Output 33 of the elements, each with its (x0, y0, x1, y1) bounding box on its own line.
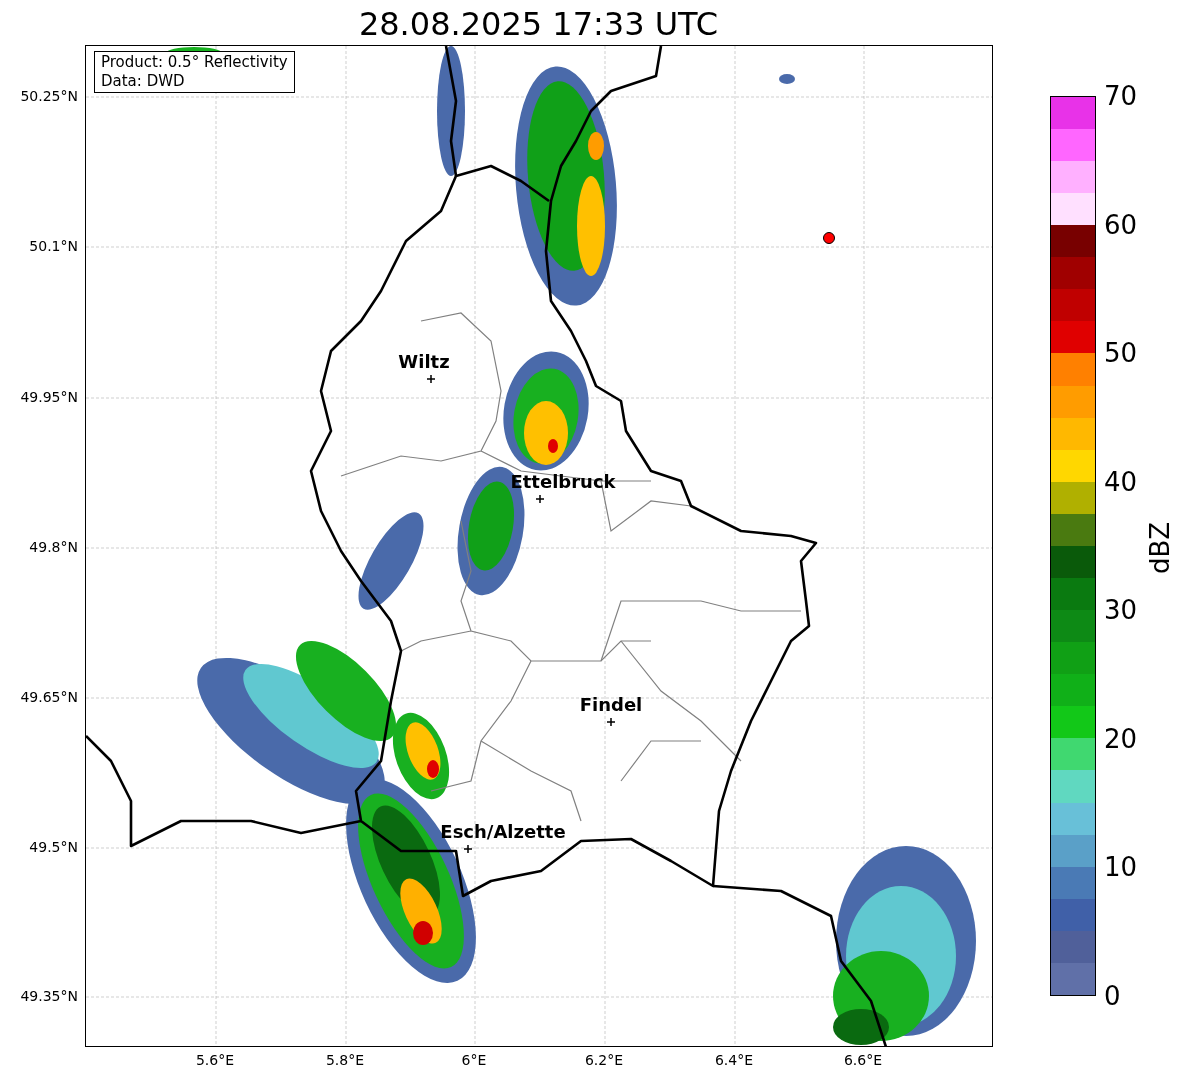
colorbar-label: dBZ (1145, 521, 1175, 575)
axis-tick-label: 5.6°E (195, 1051, 235, 1069)
location-marker (823, 232, 835, 244)
info-text: Data: DWD (101, 72, 186, 91)
colorbar-tick-label: 70 (1104, 81, 1138, 111)
colorbar-tick-label: 60 (1104, 209, 1138, 240)
axis-tick-label: 49.65°N (20, 688, 78, 706)
axis-tick-label: 6°E (461, 1051, 487, 1069)
city-marker (606, 717, 616, 727)
city-marker (426, 374, 436, 384)
city-marker (463, 844, 473, 854)
colorbar-tick-label: 0 (1104, 981, 1121, 1011)
axis-tick-label: 5.8°E (325, 1051, 365, 1069)
axis-tick-label: 49.95°N (20, 388, 78, 406)
city-label: Wiltz (398, 352, 450, 372)
axis-tick-label: 6.4°E (714, 1051, 754, 1069)
colorbar-tick-label: 40 (1104, 466, 1138, 497)
colorbar-tick-label: 50 (1104, 338, 1138, 369)
figure-title: 28.08.2025 17:33 UTC (357, 4, 720, 44)
axis-tick-label: 6.6°E (843, 1051, 883, 1069)
axis-tick-label: 49.8°N (29, 538, 78, 556)
city-label: Findel (579, 695, 643, 715)
city-marker (535, 494, 545, 504)
axis-tick-label: 6.2°E (584, 1051, 624, 1069)
info-text: Product: 0.5° Reflectivity (101, 53, 288, 72)
axis-tick-label: 49.35°N (20, 987, 78, 1005)
axis-tick-label: 50.25°N (20, 87, 78, 105)
colorbar-tick-label: 20 (1104, 723, 1138, 754)
city-label: Esch/Alzette (440, 822, 566, 842)
colorbar-tick-label: 10 (1104, 852, 1138, 883)
axis-tick-label: 50.1°N (29, 237, 78, 255)
colorbar-tick-label: 30 (1104, 595, 1138, 626)
axis-tick-label: 49.5°N (29, 838, 78, 856)
